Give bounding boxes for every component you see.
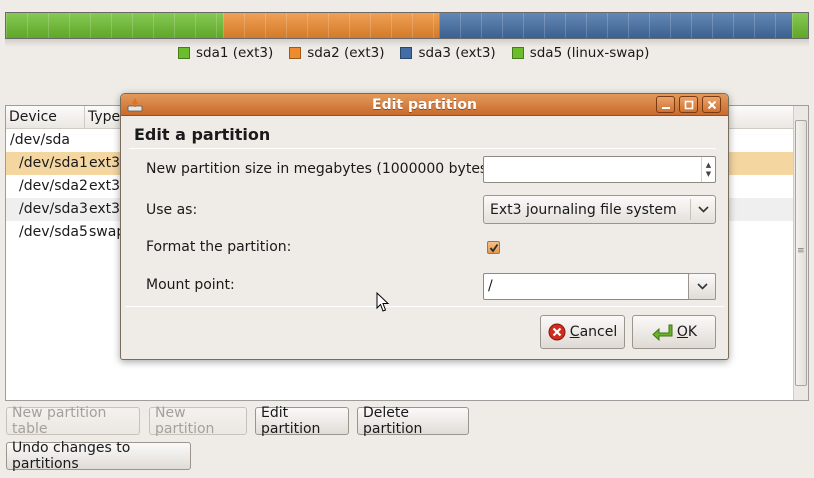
ok-button[interactable]: OK: [632, 315, 716, 349]
dialog-title: Edit partition: [372, 96, 477, 113]
chevron-down-icon[interactable]: [688, 273, 716, 300]
new-partition-button[interactable]: New partition: [149, 405, 247, 437]
format-checkbox[interactable]: [487, 241, 500, 254]
cancel-button[interactable]: Cancel: [540, 315, 625, 349]
delete-partition-button[interactable]: Delete partition: [357, 405, 469, 437]
legend-label: sda5 (linux-swap): [529, 45, 650, 61]
use-as-select[interactable]: Ext3 journaling file system: [483, 195, 716, 224]
dialog-heading: Edit a partition: [134, 125, 271, 144]
legend-swatch: [400, 47, 413, 59]
undo-changes-button[interactable]: Undo changes to partitions: [6, 440, 191, 472]
use-as-value: Ext3 journaling file system: [490, 201, 677, 218]
legend-swatch: [178, 47, 190, 59]
maximize-icon[interactable]: [679, 96, 698, 113]
ok-mnemonic: O: [676, 324, 688, 340]
mouse-pointer-icon: [376, 292, 390, 312]
row-type: ext3: [89, 178, 121, 194]
partition-bar: [5, 12, 809, 39]
partition-legend: sda1 (ext3) sda2 (ext3) sda3 (ext3) sda5…: [178, 45, 649, 61]
cancel-label: Cancel: [570, 324, 617, 340]
partition-segment-sda5: [791, 13, 808, 38]
column-header-device[interactable]: Device: [6, 106, 85, 128]
row-device: /dev/sda: [10, 132, 70, 148]
spin-arrows-icon[interactable]: ▲ ▼: [701, 157, 715, 182]
legend-item: sda2 (ext3): [289, 45, 384, 61]
row-device: /dev/sda3: [19, 201, 88, 217]
cancel-mnemonic: C: [569, 324, 580, 340]
column-header-type[interactable]: Type: [85, 106, 125, 128]
installer-app-icon[interactable]: [127, 97, 143, 113]
edit-partition-dialog: Edit partition Edit a partition New part…: [120, 93, 729, 360]
partition-segment-sda2: [222, 13, 440, 38]
dialog-divider: [125, 306, 724, 307]
checkmark-icon: [489, 243, 498, 252]
row-device: /dev/sda1: [19, 155, 88, 171]
partition-segment-sda1: [6, 13, 223, 38]
format-label: Format the partition:: [146, 239, 292, 255]
partition-segment-sda3: [439, 13, 792, 38]
ok-label-rest: K: [687, 324, 698, 340]
dialog-divider: [129, 148, 716, 149]
use-as-label: Use as:: [146, 202, 198, 218]
row-type: ext3: [89, 201, 121, 217]
new-partition-table-button[interactable]: New partition table: [6, 405, 140, 437]
legend-item: sda5 (linux-swap): [511, 45, 650, 61]
legend-label: sda3 (ext3): [418, 45, 496, 61]
size-spinbox[interactable]: ▲ ▼: [483, 156, 716, 183]
size-label: New partition size in megabytes (1000000…: [146, 161, 498, 177]
scrollbar-grip-icon: ≡: [797, 246, 805, 256]
legend-swatch: [289, 47, 302, 59]
ok-label: OK: [677, 324, 697, 340]
legend-item: sda1 (ext3): [178, 45, 273, 61]
row-device: /dev/sda5: [19, 224, 88, 240]
edit-partition-button[interactable]: Edit partition: [255, 405, 349, 437]
row-type: ext3: [89, 155, 121, 171]
chevron-down-icon: [690, 199, 715, 220]
mount-point-combo[interactable]: /: [483, 273, 716, 300]
legend-swatch: [511, 47, 524, 59]
enter-arrow-icon: [652, 324, 673, 341]
legend-label: sda1 (ext3): [196, 45, 274, 61]
close-icon[interactable]: [702, 96, 721, 113]
minimize-icon[interactable]: [656, 96, 675, 113]
dialog-titlebar[interactable]: Edit partition: [121, 94, 728, 116]
tree-scrollbar[interactable]: ≡: [793, 106, 808, 400]
cancel-icon: [548, 323, 566, 341]
legend-item: sda3 (ext3): [400, 45, 496, 61]
mount-point-label: Mount point:: [146, 277, 235, 293]
row-device: /dev/sda2: [19, 178, 88, 194]
window-controls: [656, 96, 721, 113]
cancel-label-rest: ancel: [579, 324, 618, 340]
legend-label: sda2 (ext3): [307, 45, 385, 61]
mount-point-value: /: [488, 278, 493, 294]
